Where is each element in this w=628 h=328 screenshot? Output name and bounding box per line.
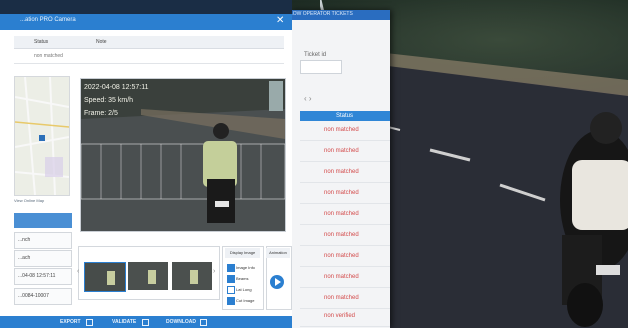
pagination-arrows[interactable]: ‹ › (304, 94, 312, 103)
download-button[interactable]: DOWNLOAD (166, 319, 196, 325)
export-button[interactable]: EXPORT (60, 319, 81, 325)
thumbnail[interactable] (84, 262, 126, 292)
ticket-row[interactable]: non matched (300, 290, 390, 309)
status-column-label: Status (336, 113, 354, 119)
close-icon[interactable]: ✕ (276, 15, 284, 26)
ticket-table-header (14, 36, 284, 49)
info-field: ...0084-10007 (14, 288, 72, 305)
info-field: ...nch (14, 232, 72, 249)
thumb-prev-icon[interactable]: ‹ (77, 268, 79, 275)
ticket-id-input[interactable] (300, 60, 342, 74)
ticket-row[interactable]: non verified (300, 308, 390, 327)
download-icon[interactable] (200, 319, 207, 326)
map-pin-icon (39, 135, 45, 141)
validate-icon[interactable] (142, 319, 149, 326)
status-header: Status (34, 39, 49, 45)
checkbox-label: Lat Long (236, 287, 252, 292)
ticket-list-title: LOW OPERATOR TICKETS (290, 11, 353, 17)
osd-frame: Frame: 2/5 (84, 110, 118, 117)
display-image-title: Display Image (225, 248, 260, 258)
ticket-status: non matched (324, 253, 359, 259)
ticket-row[interactable]: non matched (300, 269, 390, 288)
osd-timestamp: 2022-04-08 12:57:11 (84, 84, 149, 91)
image-info-checkbox[interactable] (227, 264, 235, 272)
checkbox-label: Beams (236, 276, 249, 281)
window-top-strip (0, 0, 292, 14)
ticket-status: non matched (324, 232, 359, 238)
ticket-status: non matched (324, 211, 359, 217)
ticket-status: non matched (324, 148, 359, 154)
beams-checkbox[interactable] (227, 275, 235, 283)
ticket-row[interactable]: non matched (300, 185, 390, 204)
cut-image-checkbox[interactable] (227, 297, 235, 305)
ticket-row[interactable]: non matched (300, 206, 390, 225)
ticket-row[interactable]: non matched (300, 164, 390, 183)
ticket-status: non verified (324, 313, 356, 319)
thumbnail[interactable] (128, 262, 168, 290)
ticket-row[interactable]: non matched (300, 143, 390, 162)
ticket-status: non matched (324, 169, 359, 175)
row-status: non matched (34, 53, 63, 59)
ticket-status: non matched (324, 190, 359, 196)
lat-long-checkbox[interactable] (227, 286, 235, 294)
ticket-row[interactable]: non matched (300, 122, 390, 141)
ticket-row[interactable]: non matched (300, 248, 390, 267)
validate-button[interactable]: VALIDATE (112, 319, 136, 325)
ticket-row[interactable]: non matched (300, 227, 390, 246)
checkbox-label: Cut Image (236, 298, 255, 303)
map-link[interactable]: View Online Map (14, 198, 44, 203)
info-field: ...ach (14, 250, 72, 267)
info-field: ...04-08 12:57:11 (14, 268, 72, 285)
thumbnail[interactable] (172, 262, 212, 290)
location-map[interactable] (14, 76, 70, 196)
ticket-status: non matched (324, 127, 359, 133)
dialog-title: ...ation PRO Camera (20, 17, 76, 23)
ticket-status: non matched (324, 295, 359, 301)
play-icon[interactable] (270, 275, 284, 289)
osd-speed: Speed: 35 km/h (84, 97, 134, 104)
info-field-highlight (14, 213, 72, 228)
ticket-list-window: LOW OPERATOR TICKETS Ticket id ‹ › Statu… (290, 10, 390, 328)
export-icon[interactable] (86, 319, 93, 326)
ticket-id-label: Ticket id (304, 52, 327, 58)
ticket-status: non matched (324, 274, 359, 280)
thumb-next-icon[interactable]: › (213, 268, 215, 275)
checkbox-label: Image Info (236, 265, 255, 270)
animation-title: Animation (266, 248, 290, 258)
note-header: Note (96, 39, 107, 45)
